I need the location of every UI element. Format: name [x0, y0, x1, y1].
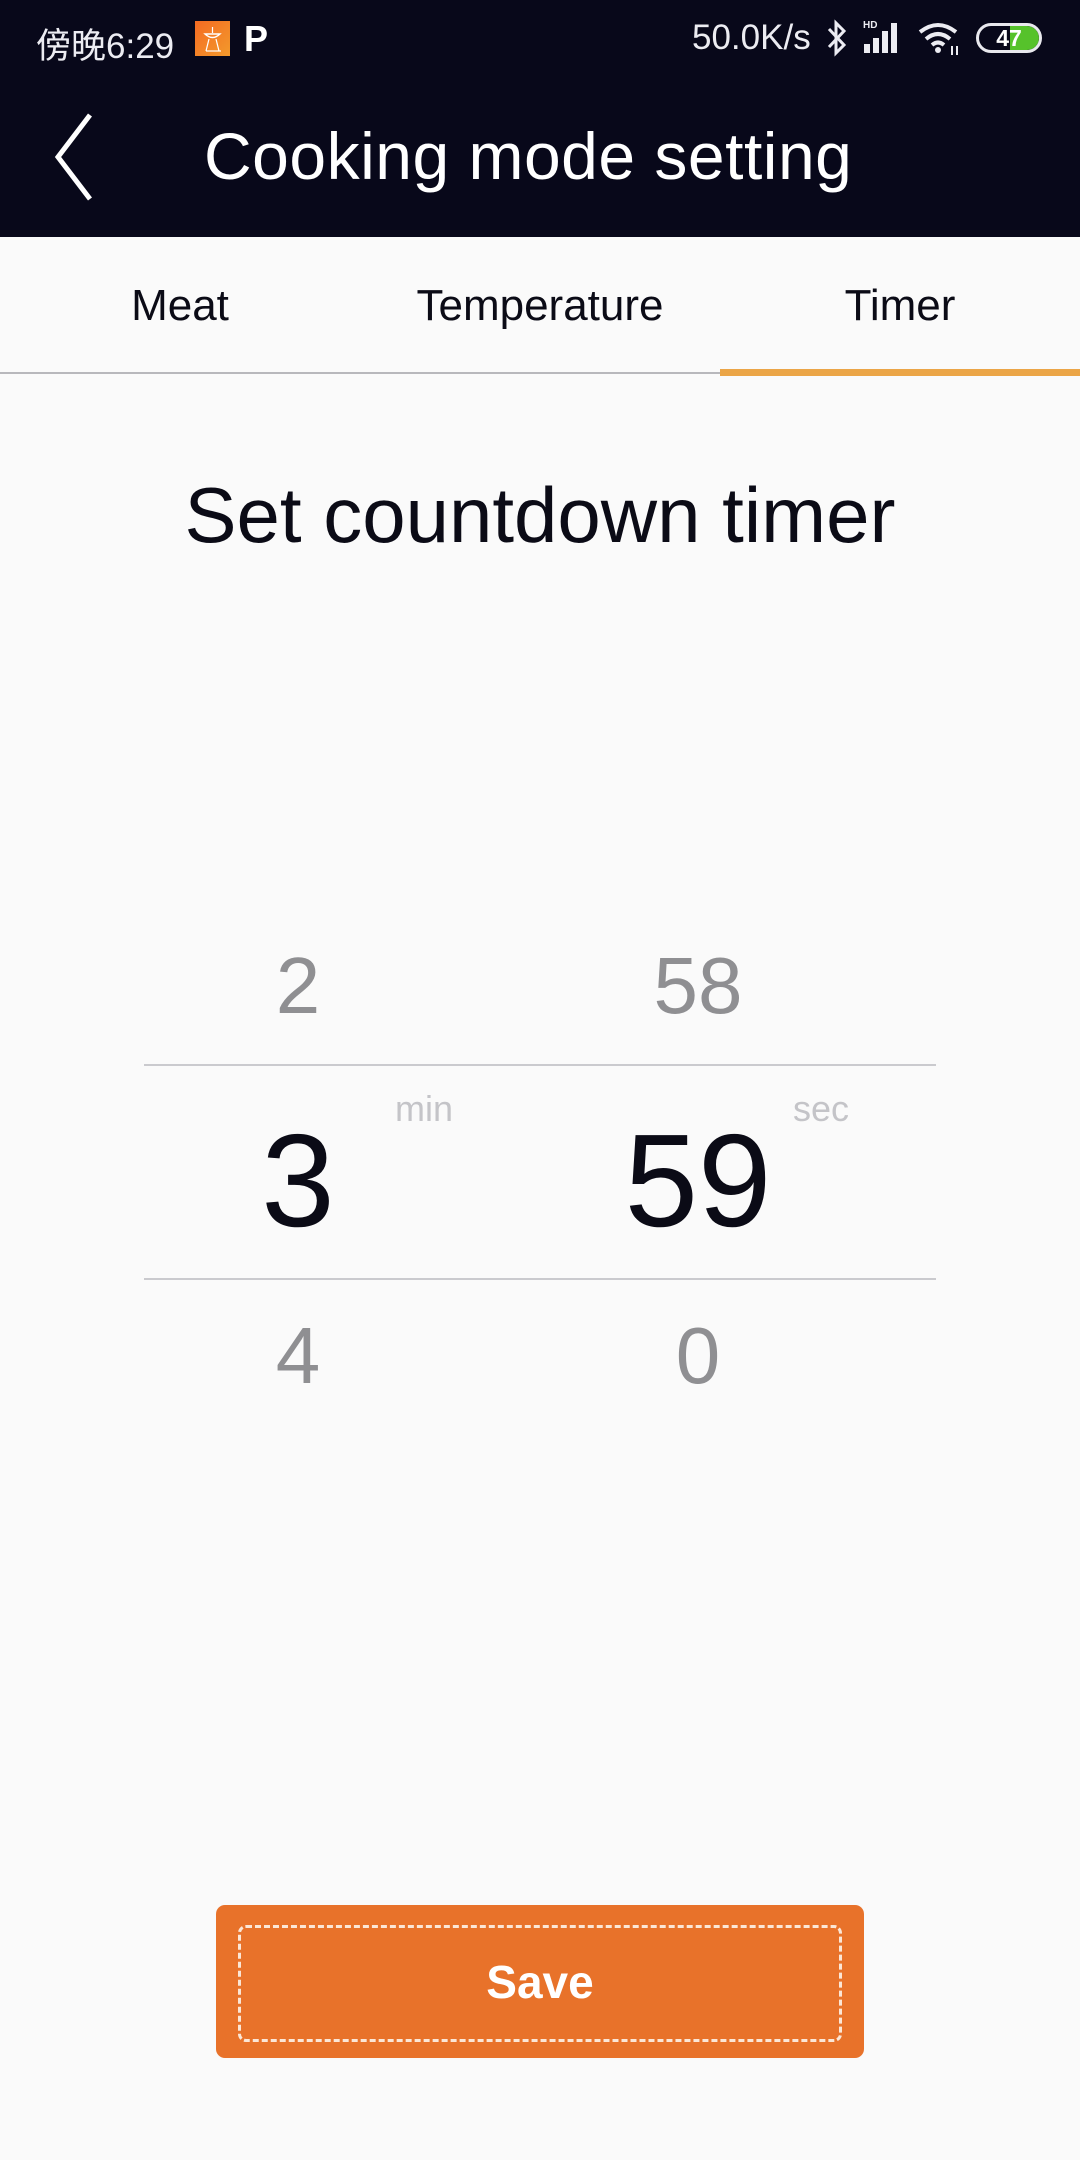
minutes-next-option[interactable]: 4 — [148, 1310, 448, 1402]
seconds-unit-label: sec — [793, 1088, 850, 1129]
seconds-wheel[interactable]: 58 59 0 — [548, 900, 848, 1420]
tab-label: Meat — [131, 280, 229, 330]
tab-label: Timer — [844, 280, 956, 330]
wifi-icon — [918, 22, 964, 56]
svg-text:HD: HD — [863, 20, 877, 31]
seconds-next-option[interactable]: 0 — [548, 1310, 848, 1402]
countdown-time-picker: 2 3 4 min 58 59 0 sec — [144, 900, 936, 1420]
section-heading: Set countdown timer — [184, 471, 896, 559]
parking-icon: P — [244, 18, 269, 59]
tab-bar: Meat Temperature Timer — [0, 237, 1080, 376]
status-time: 傍晚6:29 — [36, 27, 175, 66]
signal-icon: HD — [862, 18, 906, 54]
bluetooth-icon — [824, 18, 850, 58]
minutes-prev-option[interactable]: 2 — [148, 940, 448, 1032]
seconds-prev-option[interactable]: 58 — [548, 940, 848, 1032]
page-title: Cooking mode setting — [204, 119, 853, 193]
minutes-unit-label: min — [395, 1088, 454, 1129]
network-speed: 50.0K/s — [692, 18, 811, 57]
tab-meat[interactable]: Meat — [0, 237, 360, 374]
tab-temperature[interactable]: Temperature — [360, 237, 720, 374]
tab-label: Temperature — [416, 280, 664, 330]
battery-level: 47 — [996, 25, 1022, 51]
minutes-wheel[interactable]: 2 3 4 — [148, 900, 448, 1420]
app-header: 傍晚6:29 P 50.0K/s HD 47 Cooking mode sett… — [0, 0, 1080, 237]
back-button[interactable] — [40, 105, 110, 205]
save-button[interactable]: Save — [216, 1905, 864, 2058]
status-bar: 傍晚6:29 P 50.0K/s HD 47 — [0, 0, 1080, 80]
tab-timer[interactable]: Timer — [720, 237, 1080, 376]
battery-icon: 47 — [976, 23, 1042, 53]
save-button-label: Save — [486, 1955, 594, 2008]
grill-icon — [195, 21, 230, 56]
active-tab-indicator — [720, 369, 1080, 376]
chevron-left-icon — [54, 113, 92, 201]
